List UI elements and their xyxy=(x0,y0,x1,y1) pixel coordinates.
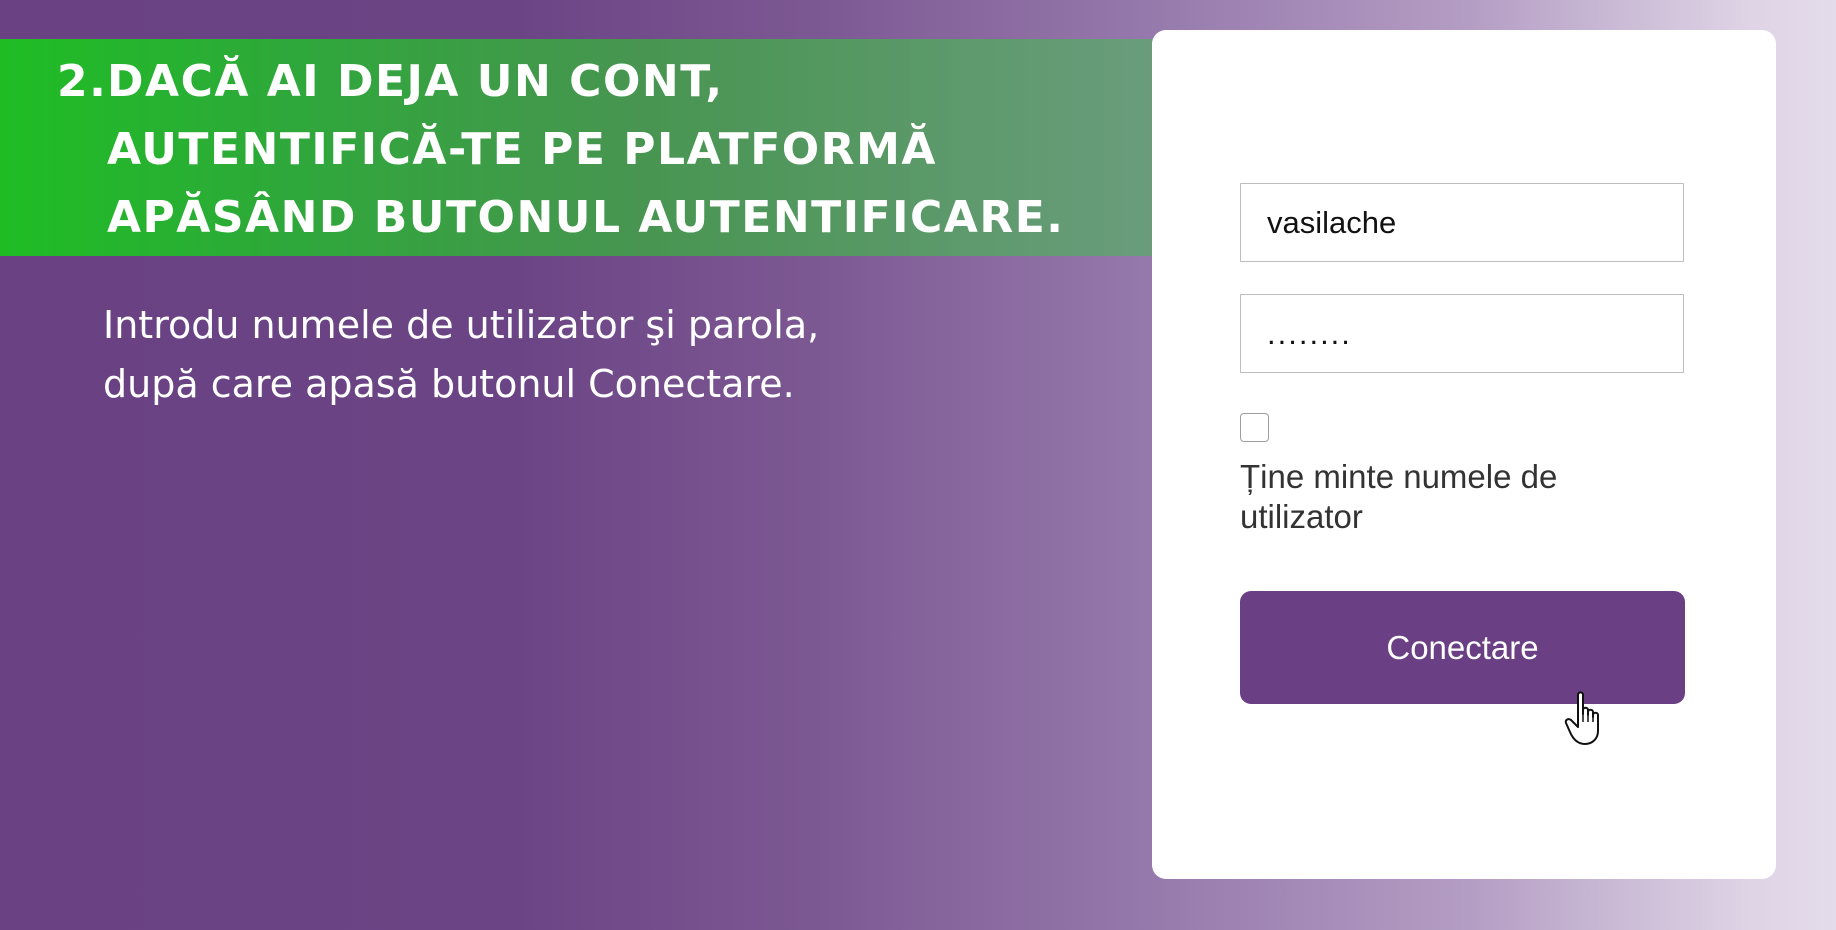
instructions-text: Introdu numele de utilizator şi parola, … xyxy=(103,296,819,414)
heading-line-1: 2.DACĂ AI DEJA UN CONT, xyxy=(57,48,1064,116)
heading-line-2: AUTENTIFICĂ-TE PE PLATFORMĂ xyxy=(107,124,937,175)
password-input[interactable] xyxy=(1240,294,1684,373)
step-heading: 2.DACĂ AI DEJA UN CONT, AUTENTIFICĂ-TE P… xyxy=(57,48,1064,252)
remember-username-label: Ține minte numele de utilizator xyxy=(1240,458,1558,535)
step-number: 2. xyxy=(57,56,108,107)
username-input[interactable] xyxy=(1240,183,1684,262)
instructions-line-1: Introdu numele de utilizator şi parola, xyxy=(103,303,820,347)
heading-line-3: APĂSÂND BUTONUL AUTENTIFICARE. xyxy=(107,192,1065,243)
heading-line-1-text: DACĂ AI DEJA UN CONT, xyxy=(107,56,724,107)
remember-username-checkbox[interactable] xyxy=(1240,413,1269,442)
connect-button[interactable]: Conectare xyxy=(1240,591,1685,704)
instructions-line-2: după care apasă butonul Conectare. xyxy=(103,362,795,406)
login-card: Ține minte numele de utilizator Conectar… xyxy=(1152,30,1776,879)
